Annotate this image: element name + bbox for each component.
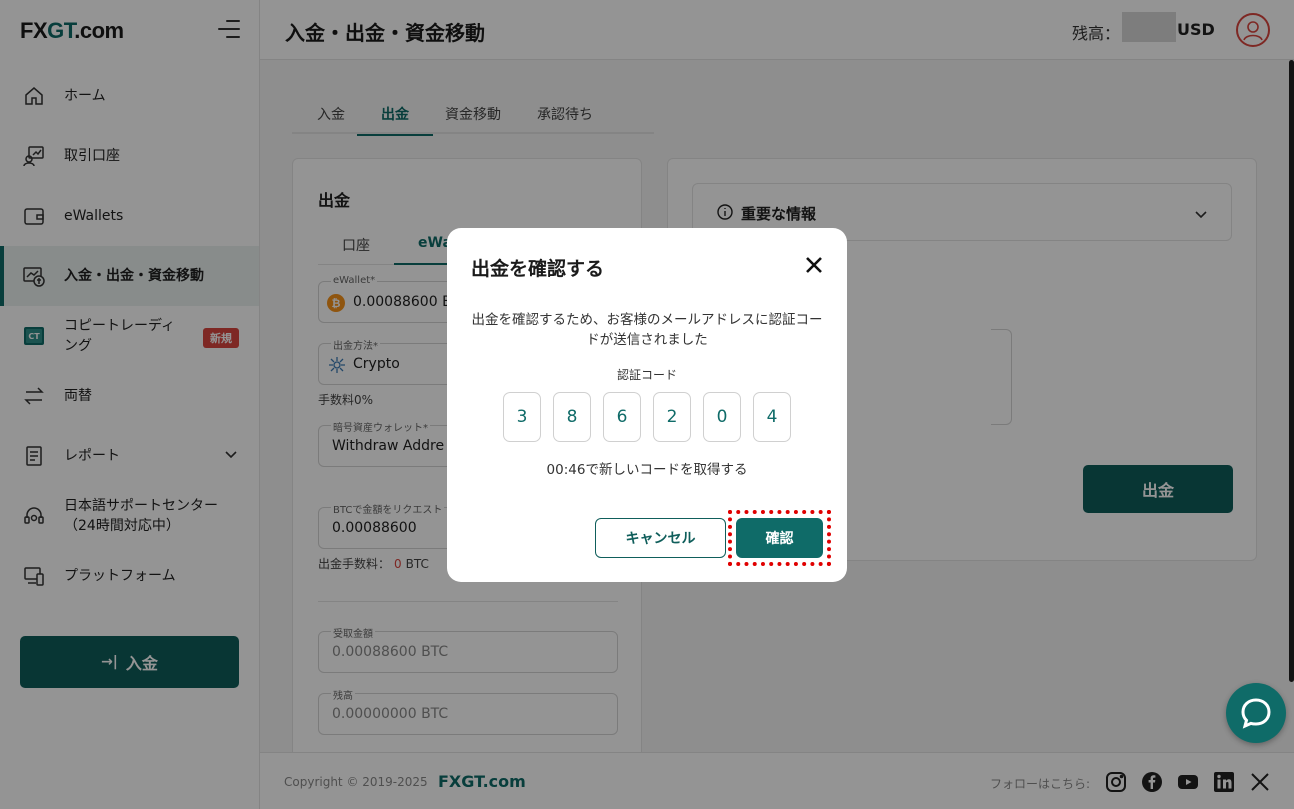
- confirm-withdraw-modal: 出金を確認する 出金を確認するため、お客様のメールアドレスに認証コードが送信され…: [447, 228, 847, 582]
- code-digit-input[interactable]: 3: [503, 392, 541, 442]
- chat-support-button[interactable]: [1226, 683, 1286, 743]
- modal-message: 出金を確認するため、お客様のメールアドレスに認証コードが送信されました: [471, 312, 823, 348]
- confirm-button[interactable]: 確認: [736, 518, 823, 558]
- code-digit-input[interactable]: 2: [653, 392, 691, 442]
- code-digit-input[interactable]: 8: [553, 392, 591, 442]
- resend-code-timer: 00:46で新しいコードを取得する: [546, 462, 748, 478]
- close-icon[interactable]: [803, 254, 825, 276]
- cancel-button[interactable]: キャンセル: [595, 518, 726, 558]
- code-digit-input[interactable]: 6: [603, 392, 641, 442]
- code-digit-input[interactable]: 0: [703, 392, 741, 442]
- verification-code-inputs: 3 8 6 2 0 4: [503, 392, 803, 442]
- verification-code-label: 認証コード: [616, 368, 677, 382]
- code-digit-input[interactable]: 4: [753, 392, 791, 442]
- modal-title: 出金を確認する: [471, 258, 605, 280]
